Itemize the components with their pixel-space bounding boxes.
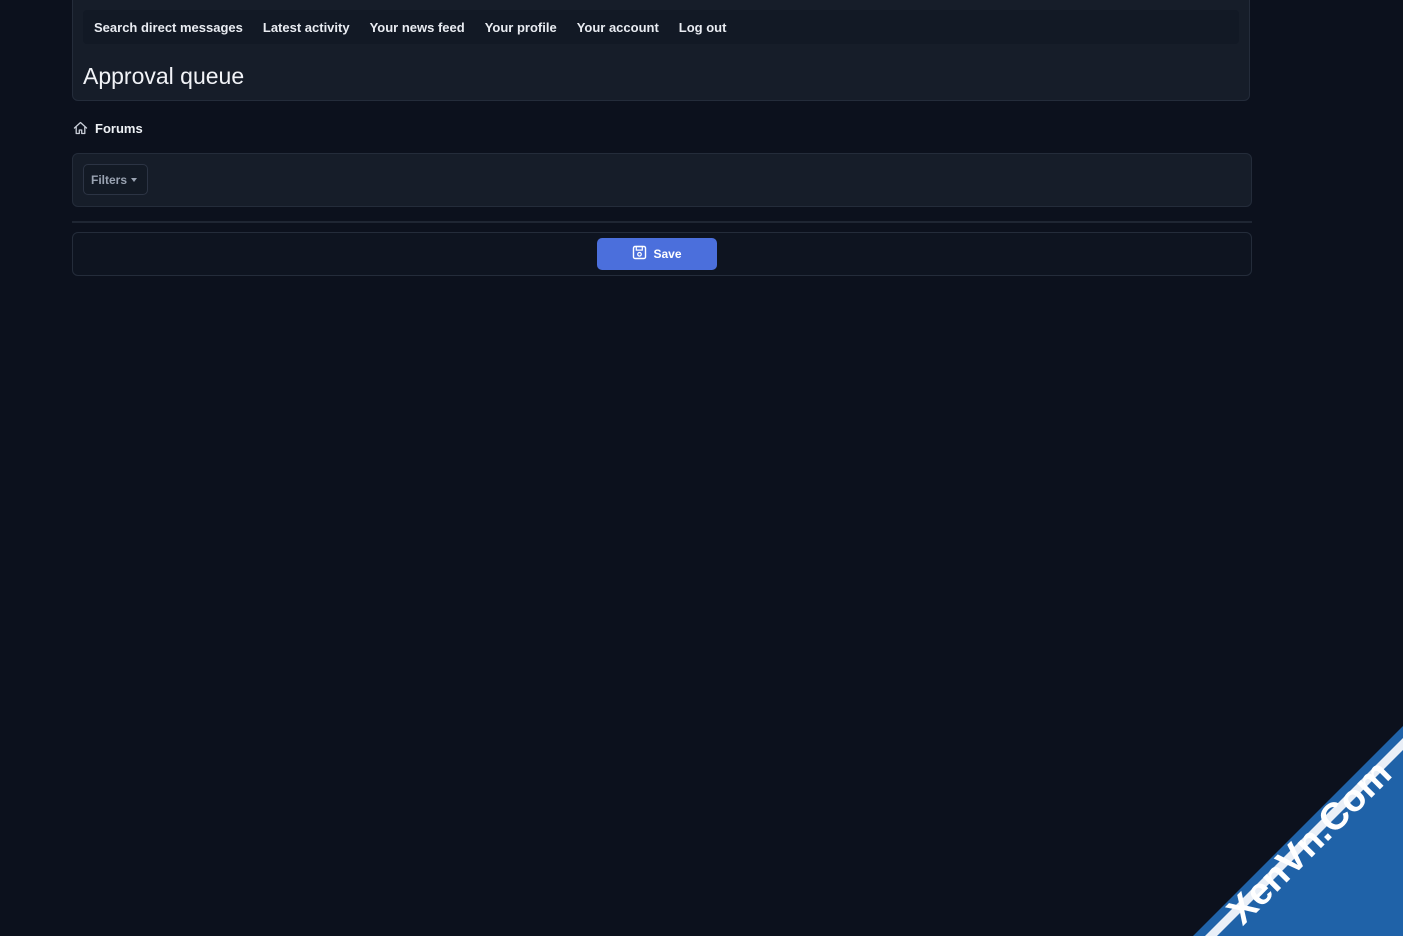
divider <box>72 221 1252 223</box>
page-title: Approval queue <box>83 63 245 89</box>
save-label: Save <box>653 247 682 261</box>
nav-search-direct-messages[interactable]: Search direct messages <box>94 20 243 35</box>
breadcrumb[interactable]: Forums <box>73 119 143 137</box>
nav-your-profile[interactable]: Your profile <box>485 20 557 35</box>
watermark-logo: XenVn.Com <box>1193 726 1403 936</box>
account-nav: Search direct messages Latest activity Y… <box>83 10 1239 44</box>
filters-button[interactable]: Filters <box>83 164 149 195</box>
filter-bar: Filters <box>72 153 1252 207</box>
nav-your-account[interactable]: Your account <box>577 20 659 35</box>
nav-your-news-feed[interactable]: Your news feed <box>370 20 465 35</box>
save-button[interactable]: Save <box>597 238 717 270</box>
page: Search direct messages Latest activity Y… <box>0 0 1403 936</box>
chevron-down-icon <box>131 177 138 182</box>
header-card: Search direct messages Latest activity Y… <box>72 0 1250 101</box>
nav-log-out[interactable]: Log out <box>679 20 727 35</box>
nav-latest-activity[interactable]: Latest activity <box>263 20 350 35</box>
form-footer: Save <box>72 232 1252 276</box>
filters-label: Filters <box>91 172 128 187</box>
save-icon <box>632 245 647 263</box>
home-icon <box>73 121 88 135</box>
breadcrumb-forums[interactable]: Forums <box>95 121 143 136</box>
